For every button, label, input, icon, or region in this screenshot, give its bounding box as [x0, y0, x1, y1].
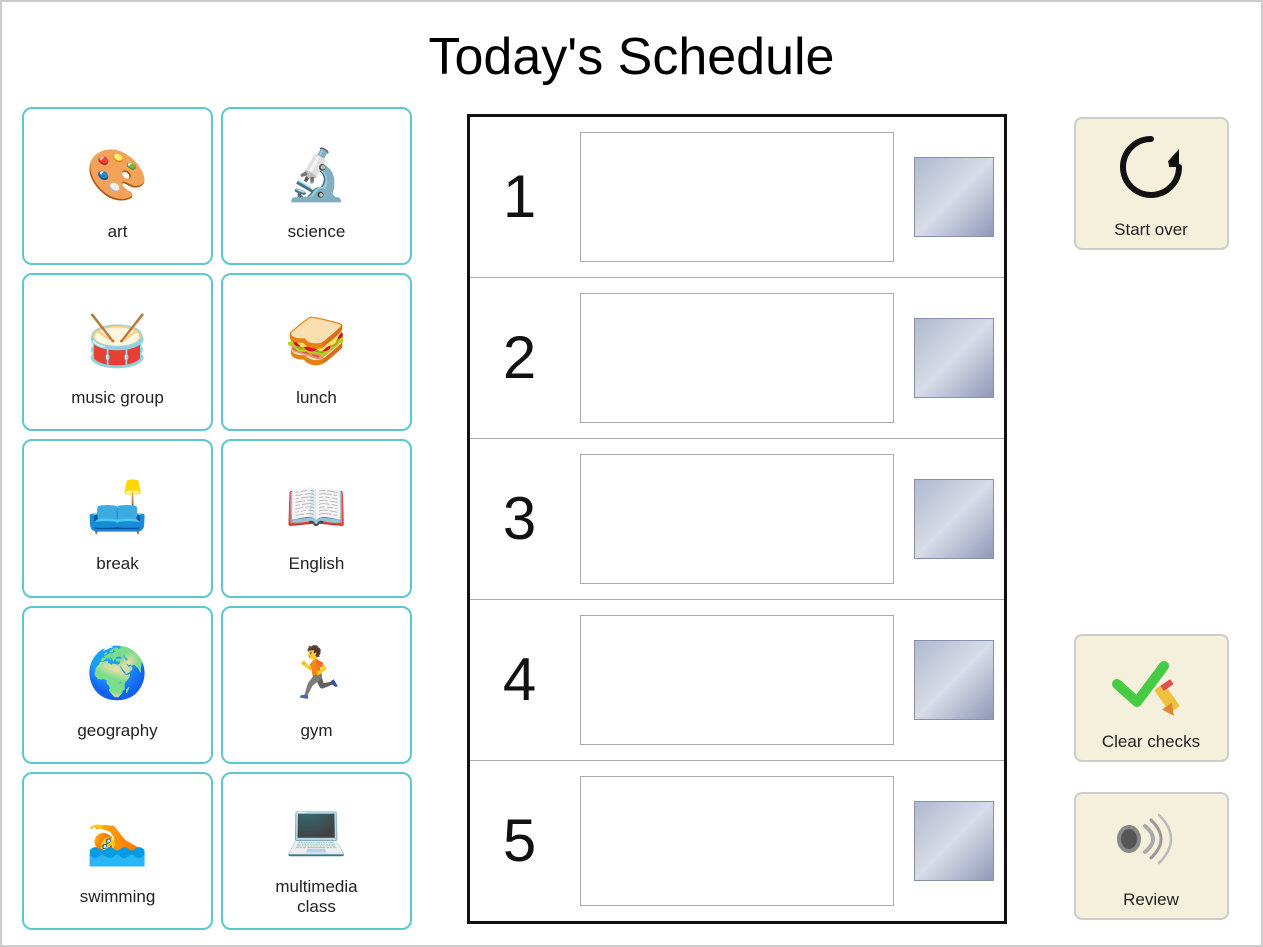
break-label: break — [96, 554, 139, 574]
check-box-4[interactable] — [914, 640, 994, 720]
row-number-2: 2 — [480, 323, 560, 392]
start-over-button[interactable]: Start over — [1074, 117, 1229, 250]
activity-card-lunch[interactable]: 🥪lunch — [221, 273, 412, 431]
clear-checks-button[interactable]: Clear checks — [1074, 634, 1229, 762]
lunch-label: lunch — [296, 388, 337, 408]
row-number-5: 5 — [480, 806, 560, 875]
activity-card-multimedia-class[interactable]: 💻multimedia class — [221, 772, 412, 930]
schedule-row-3: 3 — [470, 439, 1004, 600]
check-box-3[interactable] — [914, 479, 994, 559]
activity-card-art[interactable]: 🎨art — [22, 107, 213, 265]
swimming-label: swimming — [80, 887, 156, 907]
page-title: Today's Schedule — [2, 2, 1261, 97]
center-panel: 1 2 3 4 5 — [422, 107, 1051, 930]
review-icon — [1109, 804, 1194, 884]
geography-icon: 🌍 — [63, 629, 173, 719]
start-over-icon — [1106, 129, 1196, 214]
english-icon: 📖 — [262, 462, 372, 552]
music-group-label: music group — [71, 388, 164, 408]
slot-box-2[interactable] — [580, 293, 894, 423]
activity-card-break[interactable]: 🛋️break — [22, 439, 213, 597]
clear-checks-icon — [1109, 646, 1194, 726]
slot-box-1[interactable] — [580, 132, 894, 262]
schedule-row-4: 4 — [470, 600, 1004, 761]
break-icon: 🛋️ — [63, 462, 173, 552]
science-icon: 🔬 — [262, 130, 372, 220]
slot-box-5[interactable] — [580, 776, 894, 906]
activity-panel: 🎨art🔬science🥁music group🥪lunch🛋️break📖En… — [22, 107, 412, 930]
multimedia-class-icon: 💻 — [262, 785, 372, 875]
check-box-1[interactable] — [914, 157, 994, 237]
music-group-icon: 🥁 — [63, 296, 173, 386]
activity-card-science[interactable]: 🔬science — [221, 107, 412, 265]
schedule-row-5: 5 — [470, 761, 1004, 921]
activity-card-geography[interactable]: 🌍geography — [22, 606, 213, 764]
lunch-icon: 🥪 — [262, 296, 372, 386]
schedule-row-2: 2 — [470, 278, 1004, 439]
right-panel: Start over Clear checks — [1061, 107, 1241, 930]
check-box-2[interactable] — [914, 318, 994, 398]
review-label: Review — [1123, 890, 1179, 910]
schedule-grid: 1 2 3 4 5 — [467, 114, 1007, 924]
geography-label: geography — [77, 721, 157, 741]
activity-card-english[interactable]: 📖English — [221, 439, 412, 597]
art-icon: 🎨 — [63, 130, 173, 220]
activity-card-swimming[interactable]: 🏊swimming — [22, 772, 213, 930]
slot-box-4[interactable] — [580, 615, 894, 745]
row-number-1: 1 — [480, 162, 560, 231]
multimedia-class-label: multimedia class — [275, 877, 357, 917]
check-box-5[interactable] — [914, 801, 994, 881]
start-over-label: Start over — [1114, 220, 1188, 240]
slot-box-3[interactable] — [580, 454, 894, 584]
science-label: science — [288, 222, 346, 242]
swimming-icon: 🏊 — [63, 795, 173, 885]
english-label: English — [289, 554, 345, 574]
art-label: art — [108, 222, 128, 242]
review-button[interactable]: Review — [1074, 792, 1229, 920]
row-number-4: 4 — [480, 645, 560, 714]
activity-card-music-group[interactable]: 🥁music group — [22, 273, 213, 431]
schedule-row-1: 1 — [470, 117, 1004, 278]
gym-label: gym — [300, 721, 332, 741]
clear-checks-label: Clear checks — [1102, 732, 1200, 752]
gym-icon: 🏃 — [262, 629, 372, 719]
row-number-3: 3 — [480, 484, 560, 553]
activity-card-gym[interactable]: 🏃gym — [221, 606, 412, 764]
